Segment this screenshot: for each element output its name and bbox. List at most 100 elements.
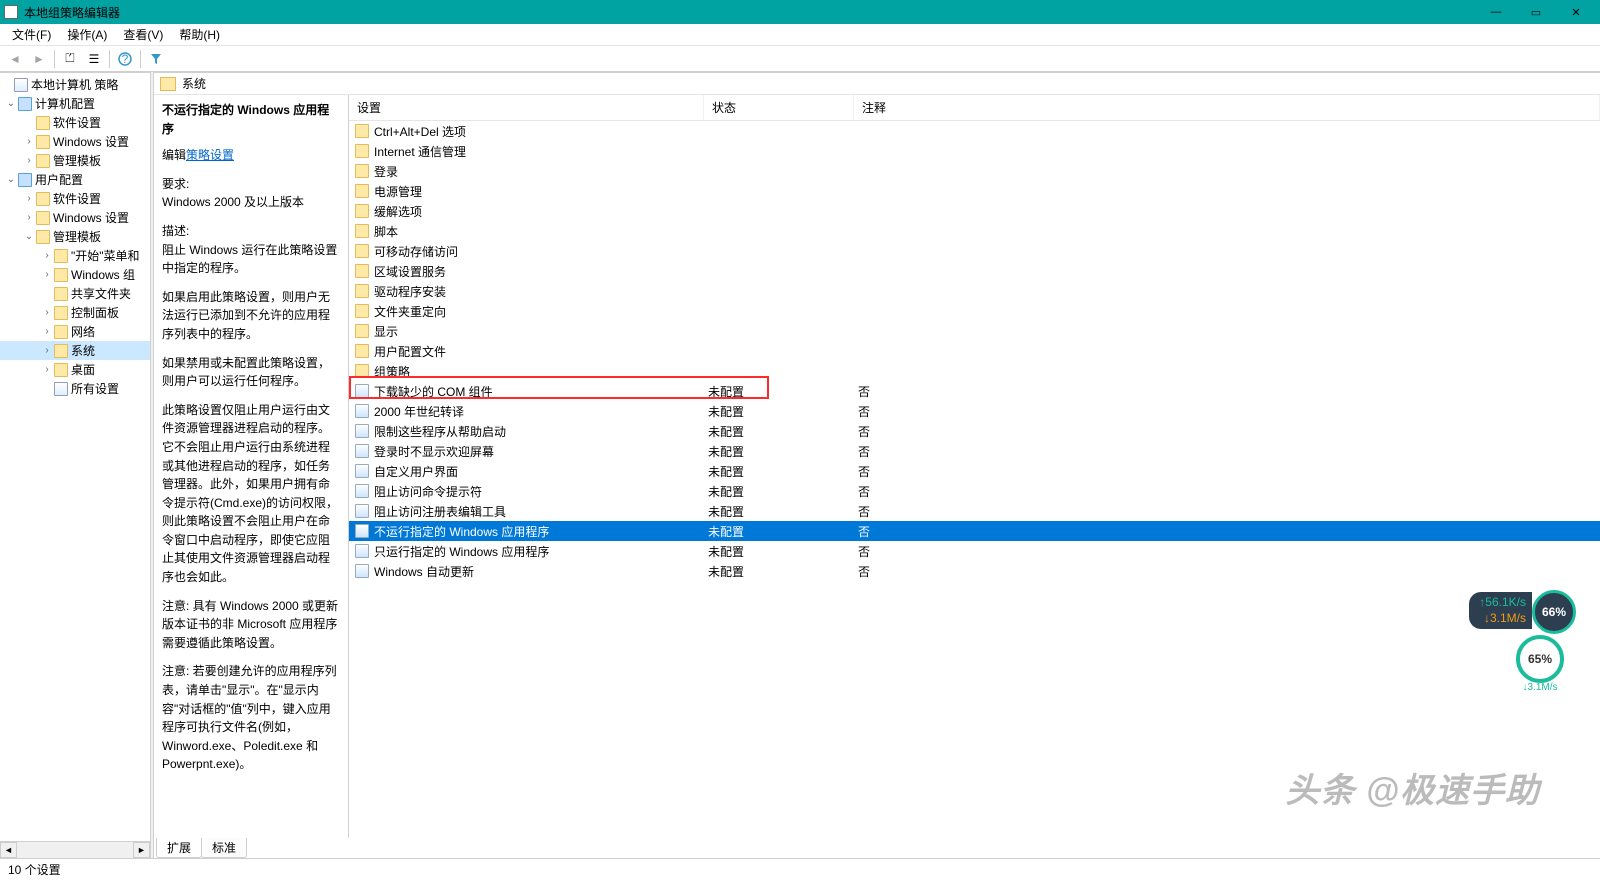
policy-row[interactable]: 登录时不显示欢迎屏幕未配置否 xyxy=(349,441,1600,461)
view-tabs: 扩展 标准 xyxy=(154,838,1600,858)
folder-row[interactable]: 可移动存储访问 xyxy=(349,241,1600,261)
tab-standard[interactable]: 标准 xyxy=(201,838,247,858)
tree-item[interactable]: ›网络 xyxy=(0,322,150,341)
tree-item[interactable]: ⌄管理模板 xyxy=(0,227,150,246)
policy-row[interactable]: 只运行指定的 Windows 应用程序未配置否 xyxy=(349,541,1600,561)
list-button[interactable]: ☰ xyxy=(83,48,105,70)
tree-item[interactable]: ›管理模板 xyxy=(0,151,150,170)
folder-row[interactable]: 电源管理 xyxy=(349,181,1600,201)
policy-icon xyxy=(355,404,369,418)
filter-button[interactable] xyxy=(145,48,167,70)
folder-icon xyxy=(36,135,50,149)
folder-row[interactable]: 用户配置文件 xyxy=(349,341,1600,361)
sidebar-scrollbar[interactable]: ◄► xyxy=(0,841,150,858)
close-button[interactable]: ✕ xyxy=(1556,0,1596,24)
app-icon xyxy=(4,5,18,19)
policy-state: 未配置 xyxy=(704,523,854,540)
tree-item[interactable]: 所有设置 xyxy=(0,379,150,398)
edit-policy-link[interactable]: 策略设置 xyxy=(186,148,234,162)
description-text: 注意: 若要创建允许的应用程序列表，请单击"显示"。在"显示内容"对话框的"值"… xyxy=(162,662,340,774)
policy-row[interactable]: 不运行指定的 Windows 应用程序未配置否 xyxy=(349,521,1600,541)
policy-label: 2000 年世纪转译 xyxy=(374,403,464,420)
menu-action[interactable]: 操作(A) xyxy=(59,24,115,45)
folder-label: 电源管理 xyxy=(374,183,422,200)
folder-row[interactable]: Internet 通信管理 xyxy=(349,141,1600,161)
toolbar: ◄ ► ⏍ ☰ ? xyxy=(0,46,1600,72)
folder-row[interactable]: 登录 xyxy=(349,161,1600,181)
policy-comment: 否 xyxy=(854,403,1600,420)
policy-label: 自定义用户界面 xyxy=(374,463,458,480)
separator-icon xyxy=(109,50,110,68)
folder-row[interactable]: Ctrl+Alt+Del 选项 xyxy=(349,121,1600,141)
folder-label: 组策略 xyxy=(374,363,410,380)
tree-root[interactable]: 本地计算机 策略 xyxy=(0,75,150,94)
folder-icon xyxy=(355,284,369,298)
policy-row[interactable]: Windows 自动更新未配置否 xyxy=(349,561,1600,581)
menu-view[interactable]: 查看(V) xyxy=(115,24,171,45)
up-button[interactable]: ⏍ xyxy=(59,48,81,70)
folder-label: 驱动程序安装 xyxy=(374,283,446,300)
menu-help[interactable]: 帮助(H) xyxy=(171,24,228,45)
folder-row[interactable]: 文件夹重定向 xyxy=(349,301,1600,321)
folder-row[interactable]: 驱动程序安装 xyxy=(349,281,1600,301)
description-label: 描述: xyxy=(162,224,189,238)
gauge-widget: 65% ↓3.1M/s xyxy=(1516,635,1564,683)
policy-row[interactable]: 阻止访问命令提示符未配置否 xyxy=(349,481,1600,501)
tree-item[interactable]: ›控制面板 xyxy=(0,303,150,322)
window-title: 本地组策略编辑器 xyxy=(24,4,120,21)
help-button[interactable]: ? xyxy=(114,48,136,70)
policy-state: 未配置 xyxy=(704,483,854,500)
policy-row[interactable]: 阻止访问注册表编辑工具未配置否 xyxy=(349,501,1600,521)
tree-item[interactable]: ›Windows 组 xyxy=(0,265,150,284)
folder-label: 登录 xyxy=(374,163,398,180)
tree-computer-config[interactable]: ⌄计算机配置 xyxy=(0,94,150,113)
tree-sidebar: 本地计算机 策略 ⌄计算机配置 软件设置 ›Windows 设置 ›管理模板 ⌄… xyxy=(0,72,150,858)
folder-label: Internet 通信管理 xyxy=(374,143,466,160)
policy-state: 未配置 xyxy=(704,383,854,400)
forward-button[interactable]: ► xyxy=(28,48,50,70)
back-button[interactable]: ◄ xyxy=(4,48,26,70)
description-pane: 不运行指定的 Windows 应用程序 编辑策略设置 要求:Windows 20… xyxy=(154,95,349,838)
minimize-button[interactable]: — xyxy=(1476,0,1516,24)
tree-item[interactable]: ›软件设置 xyxy=(0,189,150,208)
policy-label: 不运行指定的 Windows 应用程序 xyxy=(374,523,549,540)
tree-item[interactable]: ›Windows 设置 xyxy=(0,132,150,151)
folder-icon xyxy=(355,184,369,198)
folder-row[interactable]: 区域设置服务 xyxy=(349,261,1600,281)
maximize-button[interactable]: ▭ xyxy=(1516,0,1556,24)
tree-item[interactable]: ›Windows 设置 xyxy=(0,208,150,227)
tree-item[interactable]: ›"开始"菜单和 xyxy=(0,246,150,265)
tree-item-system[interactable]: ›系统 xyxy=(0,341,150,360)
column-comment[interactable]: 注释 xyxy=(854,95,1600,120)
policy-label: 登录时不显示欢迎屏幕 xyxy=(374,443,494,460)
column-name[interactable]: 设置 xyxy=(349,95,704,120)
folder-icon xyxy=(36,154,50,168)
folder-row[interactable]: 显示 xyxy=(349,321,1600,341)
policy-row[interactable]: 限制这些程序从帮助启动未配置否 xyxy=(349,421,1600,441)
content-panel: 系统 不运行指定的 Windows 应用程序 编辑策略设置 要求:Windows… xyxy=(154,72,1600,858)
folder-icon xyxy=(355,244,369,258)
policy-heading: 不运行指定的 Windows 应用程序 xyxy=(162,101,340,138)
column-state[interactable]: 状态 xyxy=(704,95,854,120)
folder-icon xyxy=(54,268,68,282)
tree-item[interactable]: 软件设置 xyxy=(0,113,150,132)
separator-icon xyxy=(140,50,141,68)
folder-row[interactable]: 脚本 xyxy=(349,221,1600,241)
tree-item[interactable]: 共享文件夹 xyxy=(0,284,150,303)
policy-row[interactable]: 下载缺少的 COM 组件未配置否 xyxy=(349,381,1600,401)
policy-label: 下载缺少的 COM 组件 xyxy=(374,383,493,400)
folder-row[interactable]: 组策略 xyxy=(349,361,1600,381)
tree-item[interactable]: ›桌面 xyxy=(0,360,150,379)
status-text: 10 个设置 xyxy=(8,861,61,878)
tab-extended[interactable]: 扩展 xyxy=(156,838,202,858)
policy-row[interactable]: 2000 年世纪转译未配置否 xyxy=(349,401,1600,421)
policy-row[interactable]: 自定义用户界面未配置否 xyxy=(349,461,1600,481)
policy-comment: 否 xyxy=(854,463,1600,480)
folder-icon xyxy=(355,124,369,138)
folder-row[interactable]: 缓解选项 xyxy=(349,201,1600,221)
folder-label: 脚本 xyxy=(374,223,398,240)
folder-icon xyxy=(54,306,68,320)
tree-user-config[interactable]: ⌄用户配置 xyxy=(0,170,150,189)
folder-icon xyxy=(355,164,369,178)
menu-file[interactable]: 文件(F) xyxy=(4,24,59,45)
